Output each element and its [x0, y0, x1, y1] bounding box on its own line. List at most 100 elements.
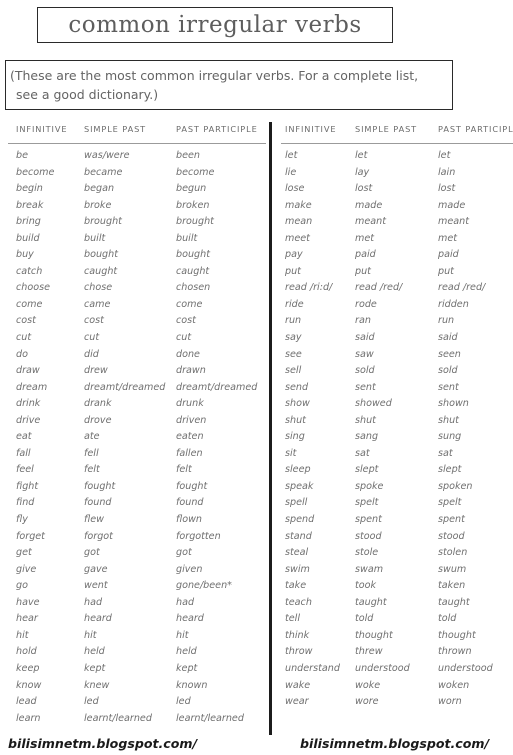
cell-simple-past: put [355, 265, 371, 277]
table-row: come came come [8, 297, 266, 314]
cell-simple-past: sold [355, 365, 375, 377]
note-line-2: see a good dictionary.) [16, 87, 159, 102]
cell-past-participle: said [438, 332, 458, 344]
cell-infinitive: sell [285, 365, 302, 377]
cell-past-participle: drunk [176, 398, 204, 410]
table-row: teach taught taught [281, 595, 513, 612]
cell-past-participle: spoken [438, 480, 473, 492]
cell-past-participle: taken [438, 580, 466, 592]
header-simple-past: SIMPLE PAST [355, 124, 418, 134]
cell-simple-past: fell [84, 447, 99, 459]
table-row: build built built [8, 231, 266, 248]
cell-infinitive: let [285, 150, 298, 161]
left-table-header: INFINITIVE SIMPLE PAST PAST PARTICIPLE [8, 124, 266, 142]
table-row: keep kept kept [8, 661, 266, 678]
cell-infinitive: have [16, 596, 40, 608]
table-row: put put put [281, 264, 513, 281]
cell-infinitive: buy [16, 249, 34, 261]
cell-infinitive: hit [16, 629, 29, 641]
cell-past-participle: cost [176, 315, 196, 327]
cell-past-participle: spent [438, 514, 465, 526]
cell-simple-past: chose [84, 282, 113, 294]
cell-infinitive: see [285, 348, 302, 360]
cell-simple-past: took [355, 580, 377, 592]
cell-simple-past: drew [84, 365, 108, 377]
cell-infinitive: spell [285, 497, 308, 509]
cell-simple-past: ran [355, 315, 371, 327]
table-row: pay paid paid [281, 247, 513, 264]
table-row: ride rode ridden [281, 297, 513, 314]
cell-infinitive: put [285, 265, 301, 277]
cell-past-participle: taught [438, 596, 470, 608]
cell-simple-past: flew [84, 514, 104, 526]
cell-infinitive: shut [285, 414, 306, 426]
cell-infinitive: sleep [285, 464, 311, 476]
table-row: fly flew flown [8, 512, 266, 529]
cell-infinitive: forget [16, 530, 45, 542]
cell-infinitive: give [16, 563, 37, 575]
cell-past-participle: worn [438, 696, 462, 708]
cell-simple-past: sent [355, 381, 376, 393]
cell-past-participle: driven [176, 414, 207, 426]
cell-infinitive: sing [285, 431, 305, 443]
table-row: sell sold sold [281, 363, 513, 380]
cell-simple-past: was/were [84, 150, 130, 161]
note-box: (These are the most common irregular ver… [5, 60, 453, 110]
cell-simple-past: stood [355, 530, 382, 542]
table-row: begin began begun [8, 181, 266, 198]
table-row: fight fought fought [8, 479, 266, 496]
cell-infinitive: become [16, 166, 55, 178]
cell-simple-past: taught [355, 596, 387, 608]
cell-infinitive: hold [16, 646, 37, 658]
cell-simple-past: spent [355, 514, 382, 526]
cell-past-participle: got [176, 547, 192, 559]
header-infinitive: INFINITIVE [285, 124, 337, 134]
cell-simple-past: meant [355, 216, 386, 228]
table-row: eat ate eaten [8, 429, 266, 446]
cell-past-participle: felt [176, 464, 192, 476]
cell-past-participle: thought [438, 629, 476, 641]
cell-simple-past: shut [355, 414, 376, 426]
table-row: hold held held [8, 644, 266, 661]
cell-past-participle: thrown [438, 646, 472, 658]
table-row: buy bought bought [8, 247, 266, 264]
cell-past-participle: seen [438, 348, 461, 360]
cell-infinitive: make [285, 199, 312, 211]
cell-infinitive: keep [16, 662, 40, 674]
title-box: common irregular verbs [37, 7, 393, 43]
cell-simple-past: stole [355, 547, 379, 559]
cell-infinitive: run [285, 315, 302, 327]
cell-past-participle: kept [176, 662, 198, 674]
cell-simple-past: rode [355, 298, 377, 310]
cell-past-participle: made [438, 199, 466, 211]
header-simple-past: SIMPLE PAST [84, 124, 147, 134]
cell-past-participle: heard [176, 613, 204, 625]
right-verb-panel: INFINITIVE SIMPLE PAST PAST PARTICIPLE l… [281, 122, 513, 735]
cell-simple-past: lay [355, 166, 370, 178]
table-row: hear heard heard [8, 611, 266, 628]
cell-infinitive: dream [16, 381, 48, 393]
table-row: drive drove driven [8, 413, 266, 430]
cell-past-participle: fought [176, 480, 208, 492]
cell-infinitive: know [16, 679, 42, 691]
table-row: take took taken [281, 578, 513, 595]
table-row: wear wore worn [281, 694, 513, 711]
cell-past-participle: run [438, 315, 455, 327]
table-row: feel felt felt [8, 462, 266, 479]
cell-simple-past: gave [84, 563, 108, 575]
table-row: swim swam swum [281, 562, 513, 579]
table-row: draw drew drawn [8, 363, 266, 380]
cell-infinitive: fall [16, 447, 31, 459]
cell-simple-past: drank [84, 398, 112, 410]
cell-infinitive: cost [16, 315, 36, 327]
cell-past-participle: been [176, 150, 200, 161]
cell-simple-past: built [84, 232, 106, 244]
table-row: sing sang sung [281, 429, 513, 446]
cell-infinitive: ride [285, 298, 304, 310]
left-rows: be was/were been become became become begin beg… [8, 148, 266, 727]
cell-past-participle: woken [438, 679, 470, 691]
cell-past-participle: lain [438, 166, 456, 178]
table-row: have had had [8, 595, 266, 612]
cell-past-participle: hit [176, 629, 189, 641]
cell-infinitive: begin [16, 183, 43, 195]
